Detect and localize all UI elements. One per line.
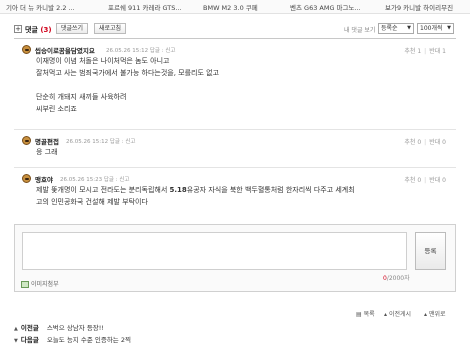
reply-report-links[interactable]: 답글 : 신고 <box>110 139 136 145</box>
image-attach-button[interactable]: 이미지첨부 <box>21 279 59 288</box>
comment-votes: 추천 0 | 반대 0 <box>404 177 446 184</box>
prev-post-link[interactable]: ▴ 이전게시 <box>384 309 411 318</box>
downvote-count: 0 <box>442 139 446 146</box>
comment-label: 댓글 <box>25 26 38 34</box>
comment-votes: 추천 1 | 반대 1 <box>404 48 446 55</box>
model-tab[interactable]: 기아 더 뉴 카니발 2.2 ... <box>6 2 75 12</box>
comment-header: + 댓글 (3) 댓글쓰기 새로고침 내 댓글 보기 등록순 ▼ 100개씩 ▼ <box>14 22 456 38</box>
top-link[interactable]: ▴ 맨위로 <box>424 309 446 318</box>
comment-meta: 26.05.26 15:12 답글 : 신고 <box>66 137 135 145</box>
comment-meta: 26.05.26 15:12 답글 : 신고 <box>106 46 175 54</box>
comment-write-box: 등록 0/2000자 이미지첨부 <box>14 224 456 292</box>
comment-textarea[interactable] <box>22 232 407 270</box>
collapse-toggle-icon[interactable]: + <box>14 25 22 33</box>
comment-body: 이재명이 이념 처돌은 나이처먹은 놈도 아니고 잘처먹고 사는 범죄국가에서 … <box>36 55 219 115</box>
downvote-label[interactable]: 반대 <box>429 139 440 146</box>
write-comment-button[interactable]: 댓글쓰기 <box>56 23 89 34</box>
comment-votes: 추천 0 | 반대 0 <box>404 139 446 146</box>
downvote-count: 1 <box>442 48 446 55</box>
submit-comment-button[interactable]: 등록 <box>415 232 446 270</box>
refresh-button[interactable]: 새로고침 <box>94 23 127 34</box>
caret-up-icon: ▴ <box>424 311 428 318</box>
reply-report-links[interactable]: 답글 : 신고 <box>104 177 130 183</box>
avatar <box>22 174 31 183</box>
comment-meta: 26.05.26 15:23 답글 : 신고 <box>60 175 129 183</box>
model-tab[interactable]: BMW M2 3.0 쿠페 <box>203 2 258 12</box>
image-icon <box>21 281 29 288</box>
comment-text: 유공자 자식을 북한 백두혈통처럼 한자리씩 다주고 세계최 <box>186 186 355 194</box>
comment-date: 26.05.26 15:12 <box>106 48 149 54</box>
comment-line: 제발 똧개명이 모시고 전라도는 분리독립해서 5.18유공자 자식을 북한 백… <box>36 184 355 196</box>
comment-line: 단순히 개돼지 새끼들 사육하려 <box>36 93 127 101</box>
comment-date: 26.05.26 15:12 <box>66 139 109 145</box>
downvote-label[interactable]: 반대 <box>429 177 440 184</box>
my-comments-link[interactable]: 내 댓글 보기 <box>344 25 375 34</box>
comment-line <box>36 79 219 91</box>
comment-line: 잘처먹고 사는 범죄국가에서 불가능 하다는것을, 모를리도 없고 <box>36 69 220 77</box>
upvote-label[interactable]: 추천 <box>404 139 415 146</box>
model-tab[interactable]: 벤츠 G63 AMG 마그노... <box>290 2 361 12</box>
per-page-select[interactable]: 100개씩 ▼ <box>417 23 454 34</box>
prev-article-key: 이전글 <box>20 324 39 332</box>
next-article-title[interactable]: 오늘도 능지 수준 인증하는 2찍 <box>47 336 131 344</box>
avatar <box>22 136 31 145</box>
prev-article-title[interactable]: 스벅으 상남자 등장!! <box>47 324 104 332</box>
related-model-tabs: 기아 더 뉴 카니발 2.2 ... 포르쉐 911 카레라 GTS... BM… <box>0 0 470 14</box>
per-page-select-value: 100개씩 <box>420 25 443 32</box>
comment-author[interactable]: 명골편접 <box>35 136 59 146</box>
comment-text-bold: 5.18 <box>169 186 187 194</box>
comment-line: 응 그래 <box>36 148 58 156</box>
reply-report-links[interactable]: 답글 : 신고 <box>150 48 176 54</box>
list-icon: ▤ <box>356 311 362 318</box>
comment-author[interactable]: 맹호야 <box>35 174 53 184</box>
comment-body: 응 그래 <box>36 146 58 158</box>
image-attach-label: 이미지첨부 <box>31 281 59 288</box>
comment-list: 씹승이로꿈을담였지요 26.05.26 15:12 답글 : 신고 추천 1 | 반… <box>14 38 456 222</box>
chevron-down-icon: ▼ <box>407 25 411 31</box>
comment-line: 씨부린 소리죠 <box>36 105 77 113</box>
next-article-key: 다음글 <box>20 336 39 344</box>
prev-article-row[interactable]: ▲ 이전글 스벅으 상남자 등장!! <box>14 322 104 332</box>
comment-line: 이재명이 이념 처돌은 나이처먹은 놈도 아니고 <box>36 57 170 65</box>
comment-item: 씹승이로꿈을담였지요 26.05.26 15:12 답글 : 신고 추천 1 | 반… <box>14 39 456 130</box>
comment-item: 명골편접 26.05.26 15:12 답글 : 신고 추천 0 | 반대 0 응 … <box>14 130 456 168</box>
upvote-label[interactable]: 추천 <box>404 177 415 184</box>
sort-select[interactable]: 등록순 ▼ <box>378 23 414 34</box>
comment-date: 26.05.26 15:23 <box>60 177 103 183</box>
list-link[interactable]: ▤ 목록 <box>356 309 375 318</box>
comment-text: 제발 똧개명이 모시고 전라도는 분리독립해서 <box>36 186 170 194</box>
comment-body: 제발 똧개명이 모시고 전라도는 분리독립해서 5.18유공자 자식을 북한 백… <box>36 184 355 208</box>
prev-post-label: 이전게시 <box>388 311 412 318</box>
char-count-max: /2000자 <box>386 275 410 282</box>
sort-select-value: 등록순 <box>381 25 398 32</box>
caret-down-icon: ▼ <box>14 338 18 344</box>
downvote-count: 0 <box>442 177 446 184</box>
caret-up-icon: ▴ <box>384 311 388 318</box>
char-counter: 0/2000자 <box>383 273 410 282</box>
avatar <box>22 45 31 54</box>
caret-up-icon: ▲ <box>14 326 18 332</box>
comment-title: 댓글 (3) <box>25 25 52 35</box>
comment-line: 고의 인민공화국 건설해 제발 부탁이다 <box>36 198 148 206</box>
top-label: 맨위로 <box>428 311 446 318</box>
comment-count: (3) <box>40 26 52 34</box>
model-tab[interactable]: 보가9 카니발 하이리무진 <box>385 2 453 12</box>
list-label: 목록 <box>363 311 375 318</box>
downvote-label[interactable]: 반대 <box>429 48 440 55</box>
upvote-label[interactable]: 추천 <box>404 48 415 55</box>
model-tab[interactable]: 포르쉐 911 카레라 GTS... <box>108 2 182 12</box>
next-article-row[interactable]: ▼ 다음글 오늘도 능지 수준 인증하는 2찍 <box>14 334 131 344</box>
comment-item: 맹호야 26.05.26 15:23 답글 : 신고 추천 0 | 반대 0 제발 … <box>14 168 456 223</box>
comment-author[interactable]: 씹승이로꿈을담였지요 <box>35 45 95 55</box>
chevron-down-icon: ▼ <box>447 25 451 31</box>
